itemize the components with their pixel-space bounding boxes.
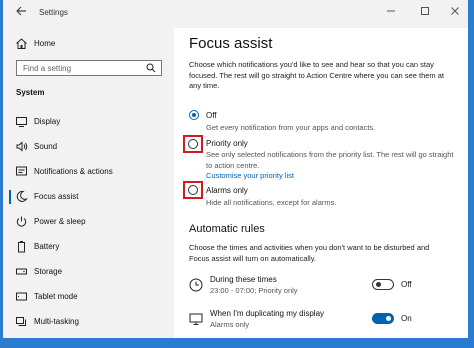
toggle-knob <box>376 282 381 287</box>
automatic-rules-heading: Automatic rules <box>189 223 265 235</box>
rule-during-times-subtitle: 23:00 - 07:00; Priority only <box>210 286 298 295</box>
page-description: Choose which notifications you'd like to… <box>189 60 444 90</box>
rule-duplicating-subtitle: Alarms only <box>210 320 250 329</box>
sidebar-item-label: Focus assist <box>34 192 79 201</box>
radio-off[interactable] <box>189 110 199 120</box>
maximize-icon <box>421 7 429 15</box>
title-bar: Settings <box>3 0 468 28</box>
moon-icon <box>16 190 28 202</box>
sidebar-item-power-sleep[interactable]: Power & sleep <box>3 212 174 232</box>
main-content: Focus assist Choose which notifications … <box>174 28 468 338</box>
sidebar-item-sound[interactable]: Sound <box>3 137 174 157</box>
toggle-duplicating[interactable] <box>372 313 394 324</box>
sidebar: Home Find a setting System Display Sound… <box>3 28 174 338</box>
close-icon <box>451 7 459 15</box>
option-priority-label: Priority only <box>206 139 248 148</box>
minimize-icon <box>387 10 395 12</box>
speaker-icon <box>16 141 28 152</box>
power-icon <box>16 216 27 227</box>
minimize-button[interactable] <box>384 6 398 20</box>
monitor-icon <box>189 313 203 325</box>
toggle-knob <box>386 316 391 321</box>
sidebar-item-label: Notifications & actions <box>34 167 113 176</box>
page-title: Focus assist <box>189 35 273 52</box>
tablet-icon <box>16 292 27 301</box>
maximize-button[interactable] <box>418 6 432 20</box>
search-placeholder: Find a setting <box>23 64 72 73</box>
sidebar-item-multi-tasking[interactable]: Multi-tasking <box>3 312 174 332</box>
sidebar-item-home[interactable]: Home <box>3 34 174 54</box>
back-button[interactable] <box>15 5 31 21</box>
option-alarms-description: Hide all notifications, except for alarm… <box>206 198 337 207</box>
settings-window: Settings Home Find a setting System Disp… <box>3 0 468 338</box>
notifications-icon <box>16 166 27 176</box>
arrow-left-icon <box>16 6 26 16</box>
sidebar-item-label: Sound <box>34 142 58 151</box>
sidebar-item-label: Multi-tasking <box>34 317 79 326</box>
toggle-duplicating-state: On <box>401 314 412 323</box>
sidebar-item-tablet-mode[interactable]: Tablet mode <box>3 287 174 307</box>
automatic-rules-description: Choose the times and activities when you… <box>189 243 430 263</box>
home-icon <box>16 38 27 49</box>
sidebar-item-label: Tablet mode <box>34 292 78 301</box>
storage-icon <box>16 268 27 275</box>
rule-during-times-title[interactable]: During these times <box>210 275 277 284</box>
rule-duplicating-title[interactable]: When I'm duplicating my display <box>210 309 324 318</box>
sidebar-item-label: Battery <box>34 242 60 251</box>
customise-priority-link[interactable]: Customise your priority list <box>206 171 294 180</box>
option-off-description: Get every notification from your apps an… <box>206 123 376 132</box>
display-icon <box>16 117 27 127</box>
option-priority-description: See only selected notifications from the… <box>206 150 454 170</box>
sidebar-item-notifications[interactable]: Notifications & actions <box>3 162 174 182</box>
toggle-during-times-state: Off <box>401 280 412 289</box>
battery-icon <box>18 241 25 253</box>
search-icon <box>146 63 156 73</box>
search-input[interactable]: Find a setting <box>16 60 162 76</box>
window-title: Settings <box>39 8 68 17</box>
section-label: System <box>16 88 45 97</box>
sidebar-item-battery[interactable]: Battery <box>3 237 174 257</box>
sidebar-item-focus-assist[interactable]: Focus assist <box>3 187 174 207</box>
sidebar-item-label: Power & sleep <box>34 217 86 226</box>
option-alarms-label: Alarms only <box>206 186 248 195</box>
option-off-label: Off <box>206 111 217 120</box>
multitasking-icon <box>16 317 26 326</box>
clock-icon <box>189 278 203 292</box>
close-button[interactable] <box>448 6 462 20</box>
sidebar-item-label: Home <box>34 39 56 48</box>
sidebar-item-storage[interactable]: Storage <box>3 262 174 282</box>
sidebar-item-label: Storage <box>34 267 63 276</box>
sidebar-item-label: Display <box>34 117 61 126</box>
radio-alarms-only[interactable] <box>188 185 198 195</box>
radio-priority-only[interactable] <box>188 139 198 149</box>
sidebar-item-display[interactable]: Display <box>3 112 174 132</box>
toggle-during-times[interactable] <box>372 279 394 290</box>
